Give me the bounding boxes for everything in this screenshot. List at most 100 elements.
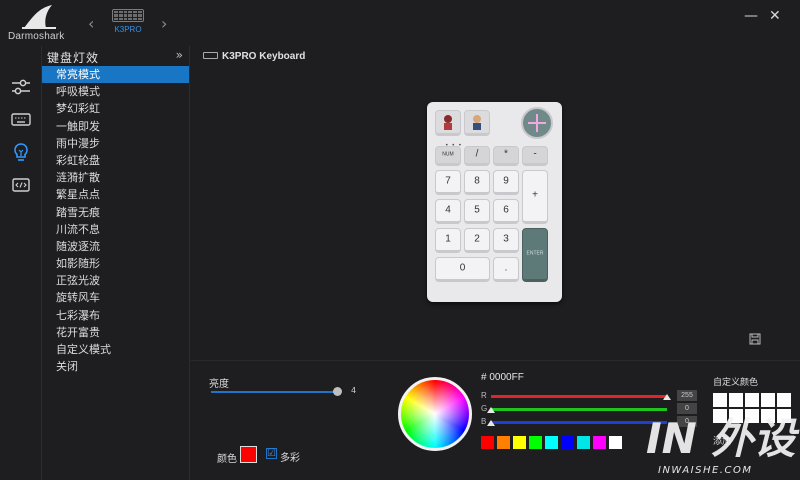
preset-color-swatch[interactable]: [529, 436, 542, 449]
keypad-key[interactable]: -: [522, 146, 548, 166]
add-custom-color-button[interactable]: 添加: [713, 434, 731, 447]
rail-item-keys[interactable]: [8, 106, 34, 132]
custom-color-slot[interactable]: [777, 409, 791, 423]
multicolor-checkbox[interactable]: ☑: [266, 448, 277, 459]
preset-color-swatch[interactable]: [561, 436, 574, 449]
character-key-1[interactable]: [435, 110, 461, 136]
keypad-key[interactable]: 6: [493, 199, 519, 224]
rail-item-performance[interactable]: [8, 74, 34, 100]
effect-item[interactable]: 梦幻彩虹: [42, 100, 189, 117]
keyboard-label-text: K3PRO Keyboard: [222, 51, 306, 62]
effect-item[interactable]: 雨中漫步: [42, 135, 189, 152]
custom-color-slot[interactable]: [713, 393, 727, 407]
color-wheel[interactable]: [398, 377, 472, 451]
keyboard-small-icon: [203, 52, 218, 59]
character-key-2[interactable]: [464, 110, 490, 136]
preset-color-swatch[interactable]: [577, 436, 590, 449]
channel-slider-thumb[interactable]: [487, 420, 495, 426]
keyboard-device-icon: [112, 9, 144, 22]
custom-color-slot[interactable]: [777, 393, 791, 407]
brightness-label: 亮度: [209, 379, 229, 390]
keyboard-icon: [11, 113, 31, 126]
preset-color-swatch[interactable]: [609, 436, 622, 449]
keypad-key[interactable]: 7: [435, 170, 461, 195]
keypad-key[interactable]: 9: [493, 170, 519, 195]
keypad-key[interactable]: 4: [435, 199, 461, 224]
keypad-key[interactable]: *: [493, 146, 519, 166]
custom-color-slot[interactable]: [761, 393, 775, 407]
key-label: NUM: [442, 151, 454, 158]
device-name: K3PRO: [114, 25, 142, 34]
rotary-knob[interactable]: [521, 107, 553, 139]
preset-color-swatch[interactable]: [481, 436, 494, 449]
channel-value-input[interactable]: 255: [677, 390, 697, 401]
effect-item[interactable]: 踏雪无痕: [42, 204, 189, 221]
keypad-key[interactable]: +: [522, 170, 548, 224]
minimize-button[interactable]: —: [744, 8, 758, 24]
keypad-key[interactable]: 1: [435, 228, 461, 253]
effect-item[interactable]: 一触即发: [42, 118, 189, 135]
effect-item[interactable]: 正弦光波: [42, 272, 189, 289]
close-button[interactable]: ✕: [769, 8, 781, 24]
effect-item[interactable]: 呼吸模式: [42, 83, 189, 100]
keypad-key[interactable]: ENTER: [522, 228, 548, 282]
channel-label: B: [481, 417, 487, 426]
plus-light-icon: [528, 114, 546, 132]
keypad-key[interactable]: 3: [493, 228, 519, 253]
effect-item[interactable]: 川流不息: [42, 221, 189, 238]
rail-item-macro[interactable]: [8, 172, 34, 198]
channel-slider-track[interactable]: [491, 395, 667, 398]
save-button[interactable]: [749, 333, 761, 348]
effect-item[interactable]: 繁星点点: [42, 186, 189, 203]
preset-color-swatch[interactable]: [513, 436, 526, 449]
device-selector[interactable]: K3PRO: [108, 9, 148, 39]
custom-color-slot[interactable]: [713, 409, 727, 423]
logo-text: Darmoshark: [8, 31, 65, 42]
preset-color-swatch[interactable]: [545, 436, 558, 449]
channel-value-input[interactable]: 0: [677, 403, 697, 414]
current-color-swatch[interactable]: [240, 446, 257, 463]
effect-item[interactable]: 常亮模式: [42, 66, 189, 84]
effect-item[interactable]: 涟漪扩散: [42, 169, 189, 186]
key-label: 0: [459, 261, 466, 273]
collapse-panel-button[interactable]: »: [176, 48, 183, 62]
channel-slider-track[interactable]: [491, 408, 667, 411]
brightness-slider-track[interactable]: [211, 391, 341, 393]
effect-item[interactable]: 如影随形: [42, 255, 189, 272]
keypad-key[interactable]: 5: [464, 199, 490, 224]
effect-item[interactable]: 旋转风车: [42, 289, 189, 306]
channel-slider-thumb[interactable]: [663, 394, 671, 400]
code-icon: [12, 178, 30, 192]
custom-color-slot[interactable]: [761, 409, 775, 423]
key-label: 5: [474, 203, 480, 215]
keypad-key[interactable]: 2: [464, 228, 490, 253]
channel-slider-thumb[interactable]: [487, 407, 495, 413]
save-icon: [749, 333, 761, 345]
custom-color-slot[interactable]: [745, 409, 759, 423]
sliders-icon: [12, 79, 30, 95]
keypad-key[interactable]: /: [464, 146, 490, 166]
brightness-slider-thumb[interactable]: [333, 387, 343, 396]
keypad-key[interactable]: 8: [464, 170, 490, 195]
channel-slider-track[interactable]: [491, 421, 667, 424]
effect-item[interactable]: 随波逐流: [42, 238, 189, 255]
preset-color-swatch[interactable]: [593, 436, 606, 449]
effect-item[interactable]: 七彩瀑布: [42, 307, 189, 324]
effect-item[interactable]: 花开富贵: [42, 324, 189, 341]
next-device-button[interactable]: ›: [161, 14, 167, 33]
rail-item-lighting[interactable]: [8, 139, 34, 165]
keypad-key[interactable]: .: [493, 257, 519, 282]
custom-color-slot[interactable]: [729, 409, 743, 423]
previous-device-button[interactable]: ‹: [88, 14, 94, 33]
effect-item[interactable]: 关闭: [42, 358, 189, 375]
preset-color-swatch[interactable]: [497, 436, 510, 449]
keypad-key[interactable]: NUM: [435, 146, 461, 166]
darmoshark-logo: Darmoshark: [8, 4, 70, 44]
custom-color-slot[interactable]: [729, 393, 743, 407]
keypad-key[interactable]: 0: [435, 257, 490, 282]
effect-item[interactable]: 彩虹轮盘: [42, 152, 189, 169]
custom-color-slot[interactable]: [745, 393, 759, 407]
channel-value-input[interactable]: 0: [677, 416, 697, 427]
key-label: 9: [503, 174, 509, 186]
effect-item[interactable]: 自定义模式: [42, 341, 189, 358]
